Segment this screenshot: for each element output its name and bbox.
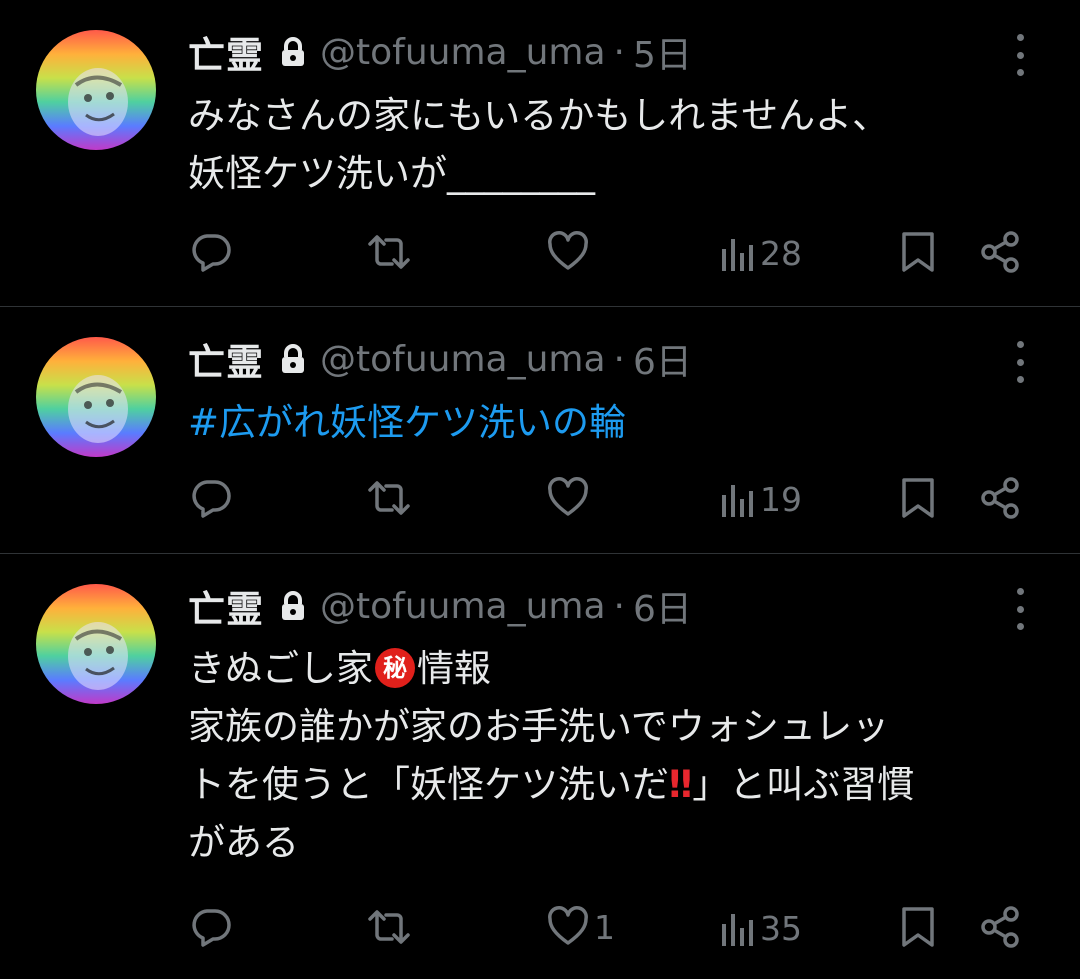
like-icon — [548, 477, 588, 516]
user-handle[interactable]: @tofuuma_uma — [320, 339, 606, 380]
action-bar: 19 — [0, 476, 1080, 524]
hashtag-link[interactable]: #広がれ妖怪ケツ洗いの輪 — [188, 394, 1048, 452]
like-icon — [548, 231, 588, 270]
views-icon — [722, 913, 753, 946]
retweet-button[interactable] — [366, 905, 412, 949]
views-icon — [722, 238, 753, 271]
bookmark-icon — [902, 232, 934, 272]
avatar[interactable] — [36, 584, 156, 704]
tweet-text: #広がれ妖怪ケツ洗いの輪 — [188, 394, 1048, 452]
tweet-text-line: がある — [188, 821, 299, 864]
tweet[interactable]: 亡霊 @tofuuma_uma · 5日 みなさんの家にもいるかもしれませんよ、… — [0, 0, 1080, 306]
reply-icon — [192, 480, 231, 518]
bookmark-button[interactable] — [898, 476, 938, 520]
bookmark-button[interactable] — [898, 230, 938, 274]
views-button[interactable]: 35 — [720, 909, 802, 948]
display-name[interactable]: 亡霊 — [188, 332, 264, 386]
text-segment: 」と叫ぶ習慣 — [692, 763, 915, 806]
tweet-header: 亡霊 @tofuuma_uma · 6日 — [188, 332, 692, 386]
bookmark-button[interactable] — [898, 905, 938, 949]
tweet-text-line: トを使うと「妖怪ケツ洗いだ‼」と叫ぶ習慣 — [188, 756, 1048, 814]
display-name[interactable]: 亡霊 — [188, 25, 264, 79]
tweet-text-line: 妖怪ケツ洗いが________ — [188, 152, 595, 195]
timestamp[interactable]: 6日 — [633, 333, 692, 385]
reply-button[interactable] — [189, 230, 233, 274]
more-icon[interactable] — [1008, 34, 1032, 76]
like-icon — [548, 906, 588, 945]
view-count: 28 — [760, 234, 802, 273]
text-segment: トを使うと「妖怪ケツ洗いだ — [188, 763, 669, 806]
like-button[interactable] — [546, 476, 594, 520]
views-icon — [722, 484, 753, 517]
tweet-text-line: きぬごし家秘情報 — [188, 640, 1048, 698]
action-bar: 1 35 — [0, 905, 1080, 953]
share-icon — [981, 906, 1019, 948]
tweet[interactable]: 亡霊 @tofuuma_uma · 6日 #広がれ妖怪ケツ洗いの輪 19 — [0, 307, 1080, 553]
text-segment: きぬごし家 — [188, 647, 373, 690]
tweet-text: みなさんの家にもいるかもしれませんよ、 妖怪ケツ洗いが________ — [188, 87, 1048, 203]
action-bar: 28 — [0, 230, 1080, 278]
tweet-header: 亡霊 @tofuuma_uma · 5日 — [188, 25, 692, 79]
avatar[interactable] — [36, 337, 156, 457]
tweet[interactable]: 亡霊 @tofuuma_uma · 6日 きぬごし家秘情報 家族の誰かが家のお手… — [0, 554, 1080, 979]
share-button[interactable] — [978, 476, 1022, 520]
user-handle[interactable]: @tofuuma_uma — [320, 32, 606, 73]
lock-icon — [280, 591, 306, 621]
share-icon — [981, 477, 1019, 519]
retweet-icon — [368, 481, 410, 515]
share-icon — [981, 231, 1019, 273]
reply-icon — [192, 909, 231, 947]
like-count: 1 — [594, 907, 615, 947]
view-count: 35 — [760, 909, 802, 948]
reply-button[interactable] — [189, 476, 233, 520]
text-segment: 情報 — [417, 647, 491, 690]
retweet-icon — [368, 235, 410, 269]
reply-icon — [192, 234, 231, 272]
retweet-icon — [368, 910, 410, 944]
timestamp[interactable]: 6日 — [633, 580, 692, 632]
like-button[interactable]: 1 — [546, 905, 615, 949]
share-button[interactable] — [978, 905, 1022, 949]
bookmark-icon — [902, 478, 934, 518]
lock-icon — [280, 344, 306, 374]
more-icon[interactable] — [1008, 588, 1032, 630]
more-icon[interactable] — [1008, 341, 1032, 383]
timestamp[interactable]: 5日 — [633, 26, 692, 78]
bookmark-icon — [902, 907, 934, 947]
tweet-text: きぬごし家秘情報 家族の誰かが家のお手洗いでウォシュレッ トを使うと「妖怪ケツ洗… — [188, 640, 1048, 872]
views-button[interactable]: 19 — [720, 480, 802, 519]
display-name[interactable]: 亡霊 — [188, 579, 264, 633]
separator: · — [613, 585, 625, 627]
exclamation-emoji: ‼ — [669, 763, 693, 806]
separator: · — [613, 338, 625, 380]
retweet-button[interactable] — [366, 230, 412, 274]
view-count: 19 — [760, 480, 802, 519]
secret-emoji: 秘 — [375, 647, 415, 688]
reply-button[interactable] — [189, 905, 233, 949]
tweet-header: 亡霊 @tofuuma_uma · 6日 — [188, 579, 692, 633]
views-button[interactable]: 28 — [720, 234, 802, 273]
separator: · — [613, 31, 625, 73]
user-handle[interactable]: @tofuuma_uma — [320, 586, 606, 627]
share-button[interactable] — [978, 230, 1022, 274]
avatar[interactable] — [36, 30, 156, 150]
lock-icon — [280, 37, 306, 67]
tweet-text-line: みなさんの家にもいるかもしれませんよ、 — [188, 94, 890, 137]
tweet-text-line: 家族の誰かが家のお手洗いでウォシュレッ — [188, 705, 890, 748]
retweet-button[interactable] — [366, 476, 412, 520]
like-button[interactable] — [546, 230, 594, 274]
